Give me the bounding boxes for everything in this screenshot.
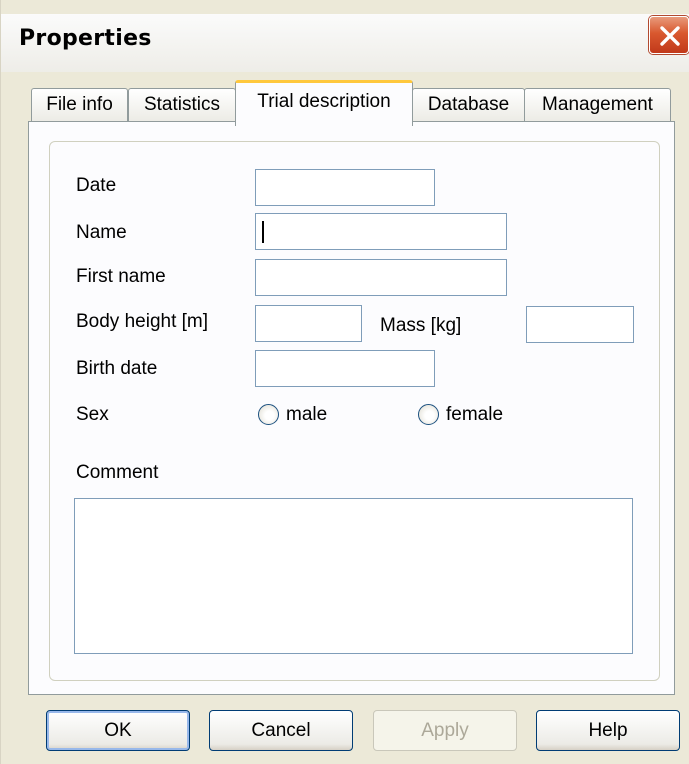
- birth-date-field[interactable]: [255, 350, 435, 387]
- title-bar: Properties: [1, 14, 689, 72]
- comment-textarea[interactable]: [74, 498, 633, 654]
- comment-label: Comment: [76, 462, 159, 483]
- mass-label: Mass [kg]: [380, 315, 462, 336]
- female-radio-label[interactable]: female: [446, 404, 503, 426]
- tab-trial-description[interactable]: Trial description: [235, 80, 413, 126]
- tab-panel-trial-description: Date Name First name Body height [m] Mas…: [28, 121, 675, 695]
- body-height-label: Body height [m]: [76, 311, 209, 332]
- male-radio-label[interactable]: male: [286, 404, 327, 426]
- cancel-button[interactable]: Cancel: [209, 710, 353, 751]
- mass-field[interactable]: [526, 306, 634, 343]
- male-radio[interactable]: [258, 404, 279, 425]
- name-field[interactable]: [255, 213, 507, 250]
- help-button[interactable]: Help: [536, 710, 680, 751]
- close-button[interactable]: [649, 16, 689, 54]
- first-name-field[interactable]: [255, 259, 507, 296]
- date-label: Date: [76, 175, 117, 196]
- apply-button[interactable]: Apply: [373, 710, 517, 751]
- properties-dialog: Properties File info Statistics Trial de…: [0, 0, 689, 764]
- female-radio[interactable]: [418, 404, 439, 425]
- first-name-label: First name: [76, 266, 166, 287]
- text-caret: [262, 221, 264, 243]
- body-height-field[interactable]: [255, 305, 362, 342]
- tab-database[interactable]: Database: [412, 88, 525, 122]
- birth-date-label: Birth date: [76, 358, 158, 379]
- name-label: Name: [76, 222, 127, 243]
- close-icon: [660, 26, 680, 46]
- tab-management[interactable]: Management: [524, 88, 671, 122]
- ok-button[interactable]: OK: [46, 710, 190, 751]
- window-title: Properties: [19, 26, 152, 51]
- tab-statistics[interactable]: Statistics: [128, 88, 236, 122]
- tab-file-info[interactable]: File info: [31, 88, 128, 122]
- sex-label: Sex: [76, 404, 109, 425]
- date-field[interactable]: [255, 169, 435, 206]
